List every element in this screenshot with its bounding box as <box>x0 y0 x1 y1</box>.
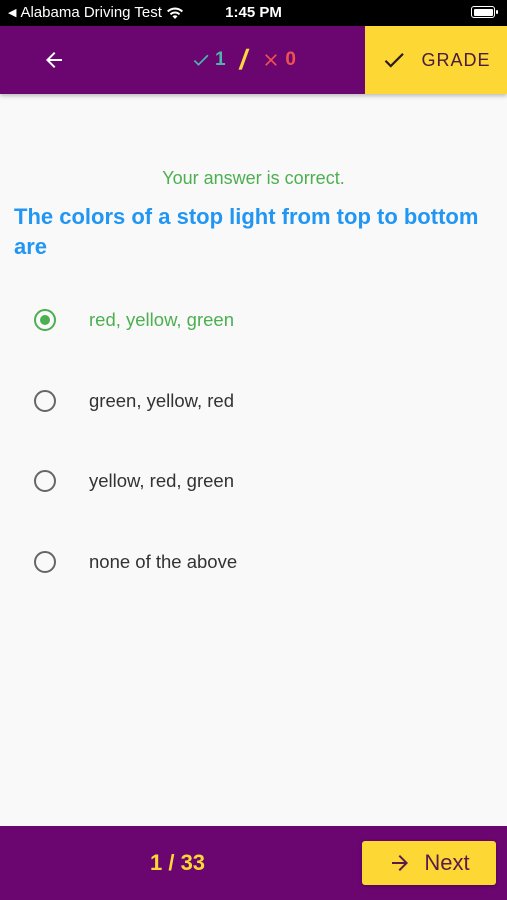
answer-option-label: yellow, red, green <box>89 470 235 491</box>
radio-unselected-icon[interactable] <box>34 550 56 573</box>
radio-unselected-icon[interactable] <box>34 389 56 412</box>
arrow-right-icon <box>392 855 409 871</box>
answer-option-label: none of the above <box>89 550 238 572</box>
answer-feedback: Your answer is correct. <box>162 168 345 188</box>
answer-option[interactable]: none of the above <box>0 522 507 603</box>
question-counter: 1 / 33 <box>150 850 206 875</box>
radio-unselected-icon[interactable] <box>34 470 56 492</box>
answer-option[interactable]: yellow, red, green <box>0 441 507 522</box>
status-bar: ◀ Alabama Driving Test 1:45 PM <box>0 0 507 26</box>
grade-button[interactable]: GRADE <box>365 26 507 94</box>
correct-score: 1 <box>190 49 226 71</box>
answer-options: red, yellow, green green, yellow, red ye… <box>0 280 507 602</box>
status-time: 1:45 PM <box>225 4 282 21</box>
radio-selected-icon[interactable] <box>34 309 56 331</box>
question-text: The colors of a stop light from top to b… <box>14 204 479 259</box>
answer-option[interactable]: green, yellow, red <box>0 361 507 442</box>
next-button[interactable]: Next <box>362 841 496 885</box>
score-display: 1 / 0 <box>190 44 296 76</box>
check-icon <box>193 54 209 66</box>
wrong-count: 0 <box>285 49 296 70</box>
score-divider: / <box>236 44 251 75</box>
next-label: Next <box>424 850 470 875</box>
back-button[interactable] <box>34 42 74 78</box>
close-icon <box>265 54 278 66</box>
bottom-bar: 1 / 33 Next <box>0 826 507 900</box>
answer-option-label: green, yellow, red <box>89 389 235 411</box>
arrow-left-icon <box>46 52 62 68</box>
correct-count: 1 <box>215 49 226 70</box>
wrong-score: 0 <box>261 49 296 71</box>
answer-option[interactable]: red, yellow, green <box>0 280 507 361</box>
check-icon <box>385 53 405 68</box>
answer-option-label: red, yellow, green <box>89 309 235 330</box>
battery-icon <box>471 6 498 18</box>
grade-label: GRADE <box>421 49 491 70</box>
app-bar: 1 / 0 GRADE <box>0 26 507 94</box>
